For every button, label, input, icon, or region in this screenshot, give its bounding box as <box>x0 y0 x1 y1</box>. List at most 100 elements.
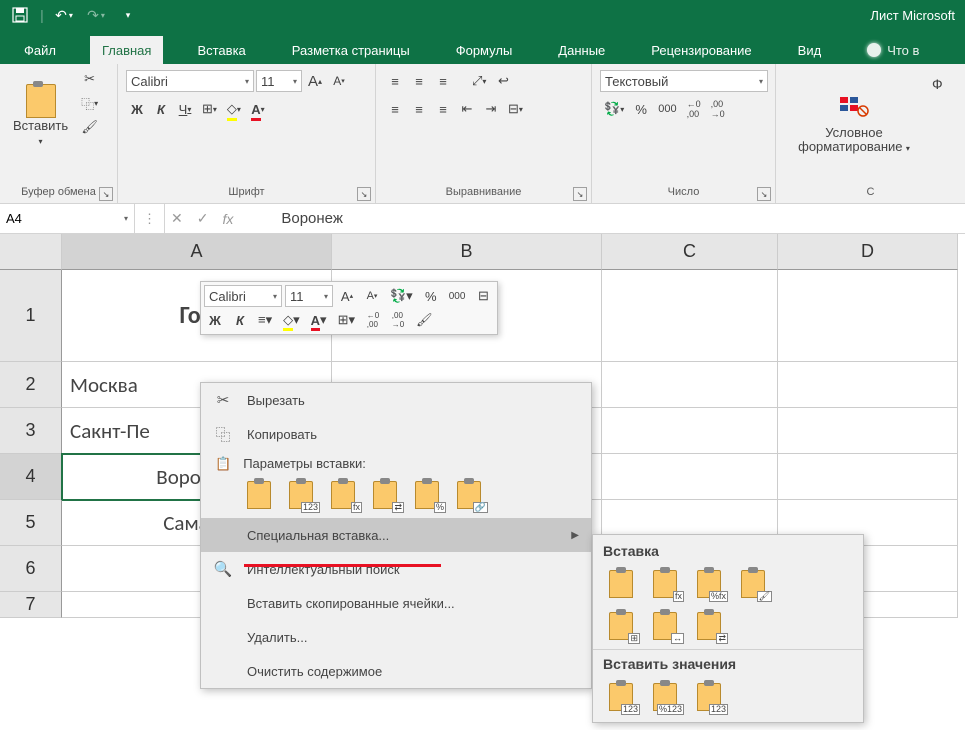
tab-file[interactable]: Файл <box>12 36 68 64</box>
sub-values-src[interactable]: 123 <box>691 680 727 714</box>
paste-all[interactable] <box>241 478 277 512</box>
merge-button[interactable]: ⊟ ▾ <box>504 98 527 120</box>
conditional-formatting-button[interactable]: Условное форматирование ▾ <box>784 68 924 178</box>
number-format-combo[interactable]: Текстовый▾ <box>600 70 768 92</box>
tab-view[interactable]: Вид <box>786 36 834 64</box>
enter-icon[interactable]: ✓ <box>197 210 209 227</box>
mini-percent[interactable]: % <box>420 285 442 307</box>
mini-fill[interactable]: ◇▾ <box>279 309 304 331</box>
wrap-text-icon[interactable]: ↩ <box>492 70 514 92</box>
sub-values[interactable]: 123 <box>603 680 639 714</box>
tab-insert[interactable]: Вставка <box>185 36 257 64</box>
row-header-3[interactable]: 3 <box>0 408 62 454</box>
select-all-corner[interactable] <box>0 234 62 270</box>
save-button[interactable] <box>6 1 34 29</box>
grow-font-icon[interactable]: A▴ <box>304 70 326 92</box>
row-header-2[interactable]: 2 <box>0 362 62 408</box>
formula-value[interactable]: Воронеж <box>281 210 343 227</box>
bold-button[interactable]: Ж <box>126 98 148 120</box>
align-launcher[interactable]: ↘ <box>573 187 587 201</box>
tab-formulas[interactable]: Формулы <box>444 36 525 64</box>
cut-icon[interactable]: ✂ <box>77 68 102 90</box>
sub-paste-all[interactable] <box>603 567 639 601</box>
paste-button[interactable]: Вставить▾ <box>8 68 73 164</box>
increase-decimal-icon[interactable]: ←0,00 <box>683 98 705 120</box>
mini-italic[interactable]: К <box>229 309 251 331</box>
name-box[interactable]: ▾ <box>0 204 135 233</box>
align-center-icon[interactable]: ≡ <box>408 98 430 120</box>
mini-format-painter[interactable]: 🖌 <box>412 309 437 331</box>
orientation-icon[interactable]: ⤢ ▾ <box>468 70 490 92</box>
cell-D3[interactable] <box>778 408 958 454</box>
ctx-smart-lookup[interactable]: 🔍Интеллектуальный поиск <box>201 552 591 586</box>
fx-icon[interactable]: fx <box>222 211 233 227</box>
tab-layout[interactable]: Разметка страницы <box>280 36 422 64</box>
mini-accounting[interactable]: 💱▾ <box>386 285 417 307</box>
decrease-indent-icon[interactable]: ⇤ <box>456 98 478 120</box>
name-box-input[interactable] <box>6 211 124 226</box>
font-size-combo[interactable]: 11▾ <box>256 70 302 92</box>
tab-data[interactable]: Данные <box>546 36 617 64</box>
sub-paste-formulas-num[interactable]: %fx <box>691 567 727 601</box>
mini-comma[interactable]: 000 <box>445 285 470 307</box>
align-bottom-icon[interactable]: ≡ <box>432 70 454 92</box>
row-header-1[interactable]: 1 <box>0 270 62 362</box>
mini-merge[interactable]: ⊟ <box>472 285 494 307</box>
paste-link[interactable]: 🔗 <box>451 478 487 512</box>
shrink-font-icon[interactable]: A▾ <box>328 70 350 92</box>
row-header-7[interactable]: 7 <box>0 592 62 618</box>
mini-bold[interactable]: Ж <box>204 309 226 331</box>
cell-C3[interactable] <box>602 408 778 454</box>
mini-font-combo[interactable]: Calibri▾ <box>204 285 282 307</box>
col-header-A[interactable]: A <box>62 234 332 270</box>
cell-D2[interactable] <box>778 362 958 408</box>
mini-size-combo[interactable]: 11▾ <box>285 285 333 307</box>
row-header-6[interactable]: 6 <box>0 546 62 592</box>
tab-home[interactable]: Главная <box>90 36 163 64</box>
paste-values[interactable]: 123 <box>283 478 319 512</box>
col-header-C[interactable]: C <box>602 234 778 270</box>
borders-button[interactable]: ⊞ ▾ <box>198 98 221 120</box>
mini-fontcolor[interactable]: А▾ <box>307 309 331 331</box>
mini-grow-font[interactable]: A▴ <box>336 285 358 307</box>
ctx-cut[interactable]: ✂Вырезать <box>201 383 591 417</box>
tell-me[interactable]: Что в <box>855 36 931 64</box>
cell-C2[interactable] <box>602 362 778 408</box>
fill-color-button[interactable]: ◇ ▾ <box>223 98 245 120</box>
sub-paste-formulas[interactable]: fx <box>647 567 683 601</box>
qat-customize[interactable]: ▾ <box>114 1 142 29</box>
ctx-delete[interactable]: Удалить... <box>201 620 591 654</box>
comma-button[interactable]: 000 <box>654 98 680 120</box>
cell-D4[interactable] <box>778 454 958 500</box>
ctx-copy[interactable]: ⿻Копировать <box>201 417 591 451</box>
font-launcher[interactable]: ↘ <box>357 187 371 201</box>
italic-button[interactable]: К <box>150 98 172 120</box>
row-header-4[interactable]: 4 <box>0 454 62 500</box>
ctx-clear[interactable]: Очистить содержимое <box>201 654 591 688</box>
tab-review[interactable]: Рецензирование <box>639 36 763 64</box>
align-left-icon[interactable]: ≡ <box>384 98 406 120</box>
paste-formatting[interactable]: % <box>409 478 445 512</box>
cancel-icon[interactable]: ✕ <box>171 210 183 227</box>
row-header-5[interactable]: 5 <box>0 500 62 546</box>
redo-button[interactable]: ↷ ▾ <box>82 1 110 29</box>
format-painter-icon[interactable]: 🖌 <box>77 116 102 138</box>
align-middle-icon[interactable]: ≡ <box>408 70 430 92</box>
cell-C4[interactable] <box>602 454 778 500</box>
clipboard-launcher[interactable]: ↘ <box>99 187 113 201</box>
percent-button[interactable]: % <box>630 98 652 120</box>
decrease-decimal-icon[interactable]: ,00→0 <box>707 98 729 120</box>
cell-D1[interactable] <box>778 270 958 362</box>
mini-shrink-font[interactable]: A▾ <box>361 285 383 307</box>
undo-button[interactable]: ↶ ▾ <box>50 1 78 29</box>
number-launcher[interactable]: ↘ <box>757 187 771 201</box>
ctx-insert-cells[interactable]: Вставить скопированные ячейки... <box>201 586 591 620</box>
paste-transpose[interactable]: ⇄ <box>367 478 403 512</box>
increase-indent-icon[interactable]: ⇥ <box>480 98 502 120</box>
cell-C1[interactable] <box>602 270 778 362</box>
align-right-icon[interactable]: ≡ <box>432 98 454 120</box>
sub-paste-transpose[interactable]: ⇄ <box>691 609 727 643</box>
col-header-B[interactable]: B <box>332 234 602 270</box>
font-color-button[interactable]: А ▾ <box>247 98 269 120</box>
sub-values-num[interactable]: %123 <box>647 680 683 714</box>
